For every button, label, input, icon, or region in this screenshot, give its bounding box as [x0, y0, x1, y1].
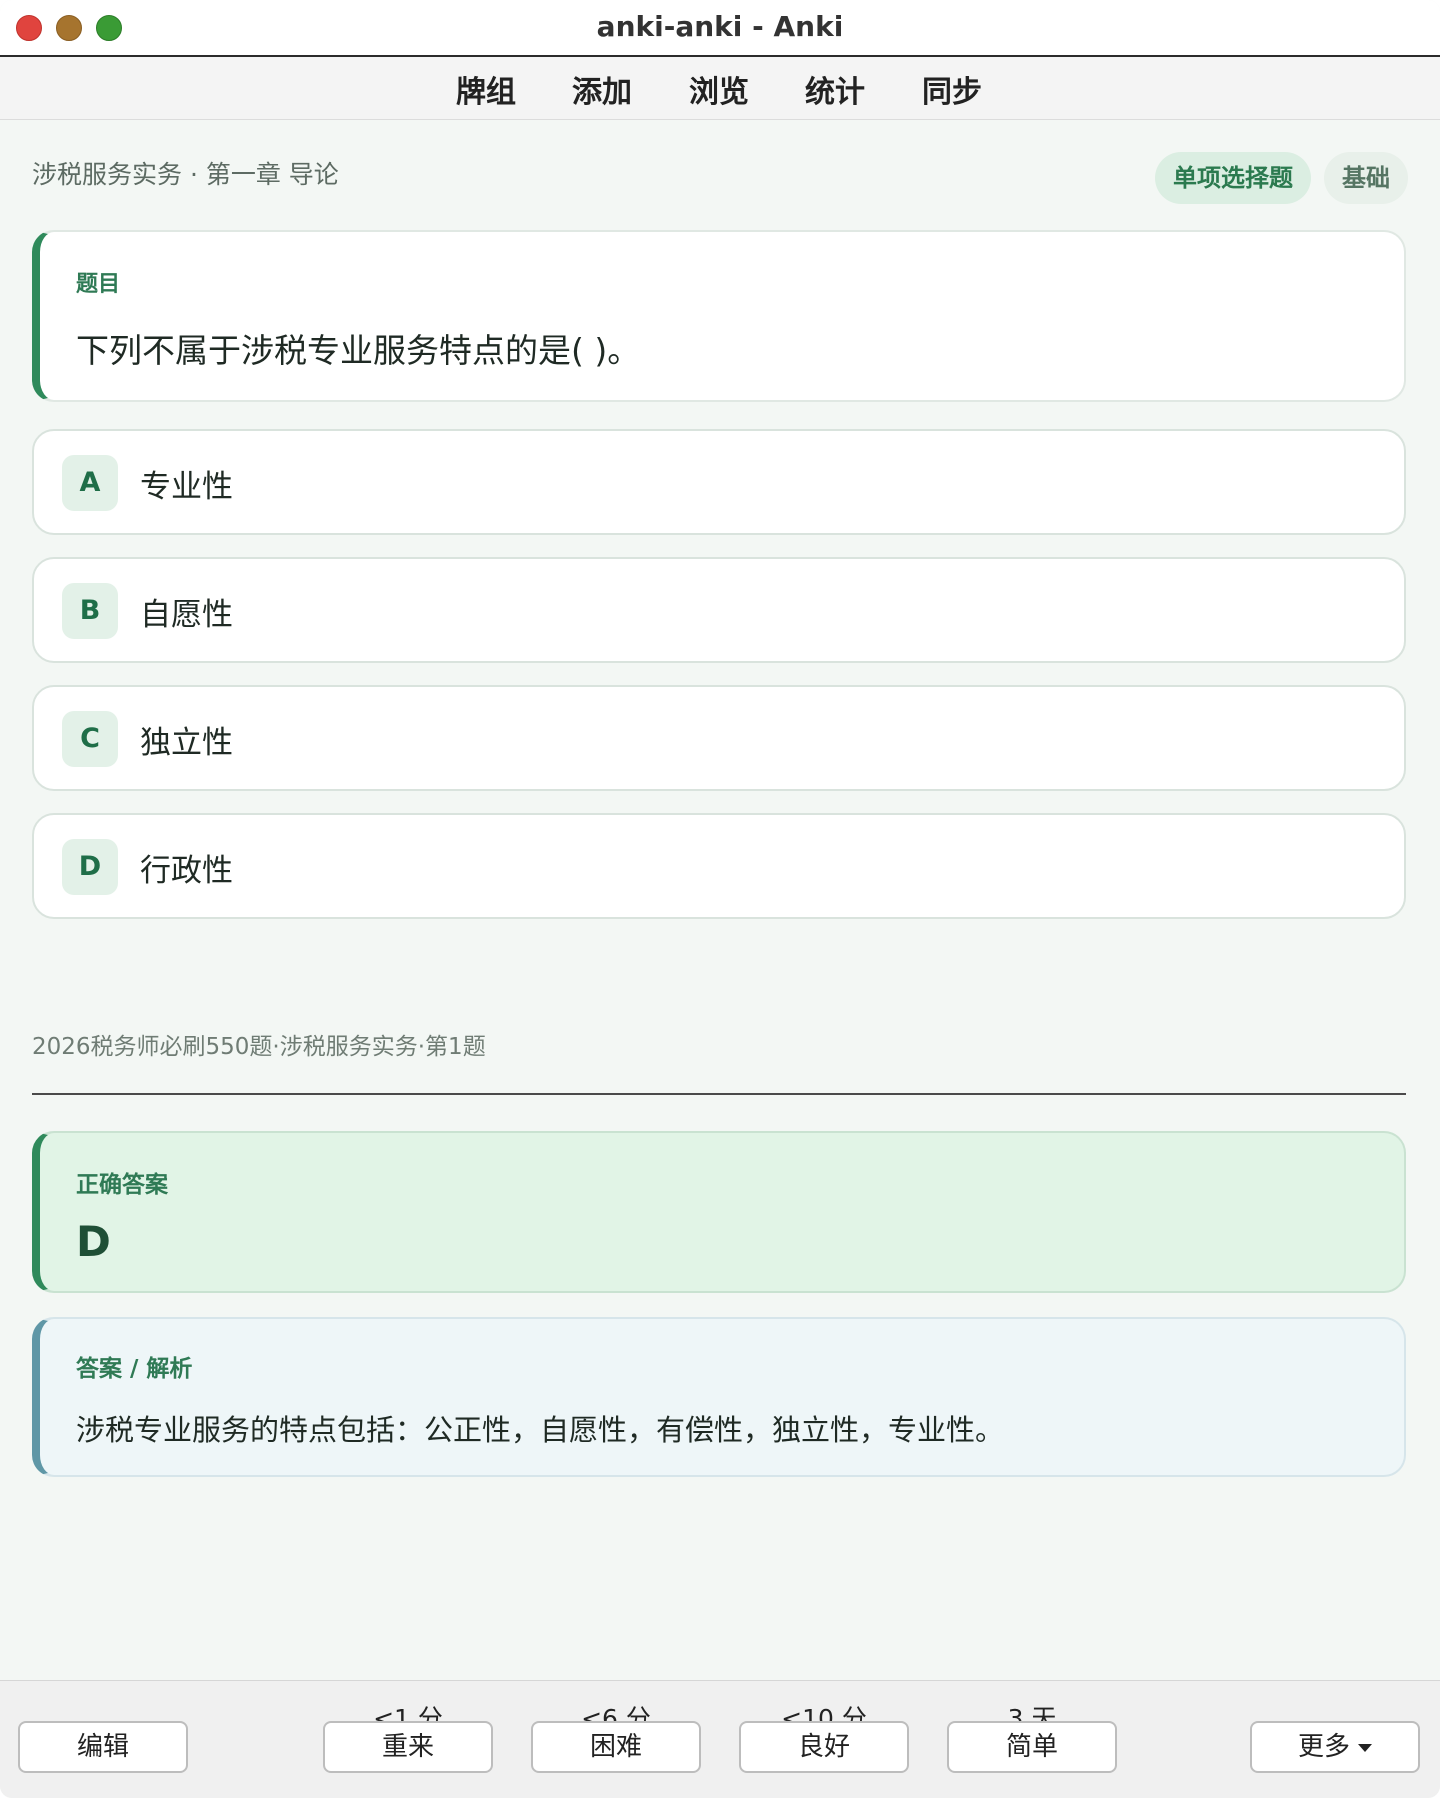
option-text: 独立性	[140, 725, 233, 761]
option-letter: B	[62, 583, 118, 639]
question-type-tag: 单项选择题	[1155, 152, 1311, 204]
question-source: 2026税务师必刷550题·涉税服务实务·第1题	[32, 1034, 486, 1060]
option-b[interactable]: B 自愿性	[32, 557, 1406, 663]
toolbar-browse[interactable]: 浏览	[689, 67, 749, 111]
toolbar-stats[interactable]: 统计	[805, 67, 865, 111]
option-d[interactable]: D 行政性	[32, 813, 1406, 919]
question-label: 题目	[76, 272, 121, 297]
review-bottom-bar: 编辑 <1 分 重来 <6 分 困难 <10 分 良好 3 天 简单 更多	[0, 1680, 1440, 1798]
option-letter: A	[62, 455, 118, 511]
answer-card: 正确答案 D	[32, 1131, 1406, 1293]
toolbar-add[interactable]: 添加	[572, 67, 632, 111]
explanation-card: 答案 / 解析 涉税专业服务的特点包括：公正性，自愿性，有偿性，独立性，专业性。	[32, 1317, 1406, 1477]
toolbar-decks[interactable]: 牌组	[456, 67, 516, 111]
difficulty-tag: 基础	[1324, 152, 1408, 204]
option-letter: C	[62, 711, 118, 767]
toolbar-sync[interactable]: 同步	[922, 67, 982, 111]
anki-window: anki-anki - Anki 牌组 添加 浏览 统计 同步 涉税服务实务 ·…	[0, 0, 1440, 1798]
window-title: anki-anki - Anki	[596, 10, 844, 43]
caret-down-icon	[1358, 1743, 1372, 1752]
hard-button[interactable]: 困难	[531, 1721, 701, 1773]
option-letter: D	[62, 839, 118, 895]
option-text: 行政性	[140, 853, 233, 889]
good-button[interactable]: 良好	[739, 1721, 909, 1773]
edit-button[interactable]: 编辑	[18, 1721, 188, 1773]
option-text: 自愿性	[140, 597, 233, 633]
again-button[interactable]: 重来	[323, 1721, 493, 1773]
answer-value: D	[76, 1217, 111, 1266]
title-bar: anki-anki - Anki	[0, 0, 1440, 57]
option-text: 专业性	[140, 469, 233, 505]
more-button[interactable]: 更多	[1250, 1721, 1420, 1773]
explanation-text: 涉税专业服务的特点包括：公正性，自愿性，有偿性，独立性，专业性。	[76, 1413, 1005, 1447]
option-a[interactable]: A 专业性	[32, 429, 1406, 535]
question-card: 题目 下列不属于涉税专业服务特点的是( )。	[32, 230, 1406, 402]
explanation-label: 答案 / 解析	[76, 1356, 193, 1382]
more-label: 更多	[1297, 1732, 1350, 1762]
deck-breadcrumb: 涉税服务实务 · 第一章 导论	[32, 160, 339, 189]
answer-label: 正确答案	[76, 1172, 168, 1198]
option-c[interactable]: C 独立性	[32, 685, 1406, 791]
question-text: 下列不属于涉税专业服务特点的是( )。	[76, 331, 641, 370]
answer-divider	[32, 1093, 1406, 1095]
easy-button[interactable]: 简单	[947, 1721, 1117, 1773]
main-toolbar: 牌组 添加 浏览 统计 同步	[0, 57, 1440, 120]
